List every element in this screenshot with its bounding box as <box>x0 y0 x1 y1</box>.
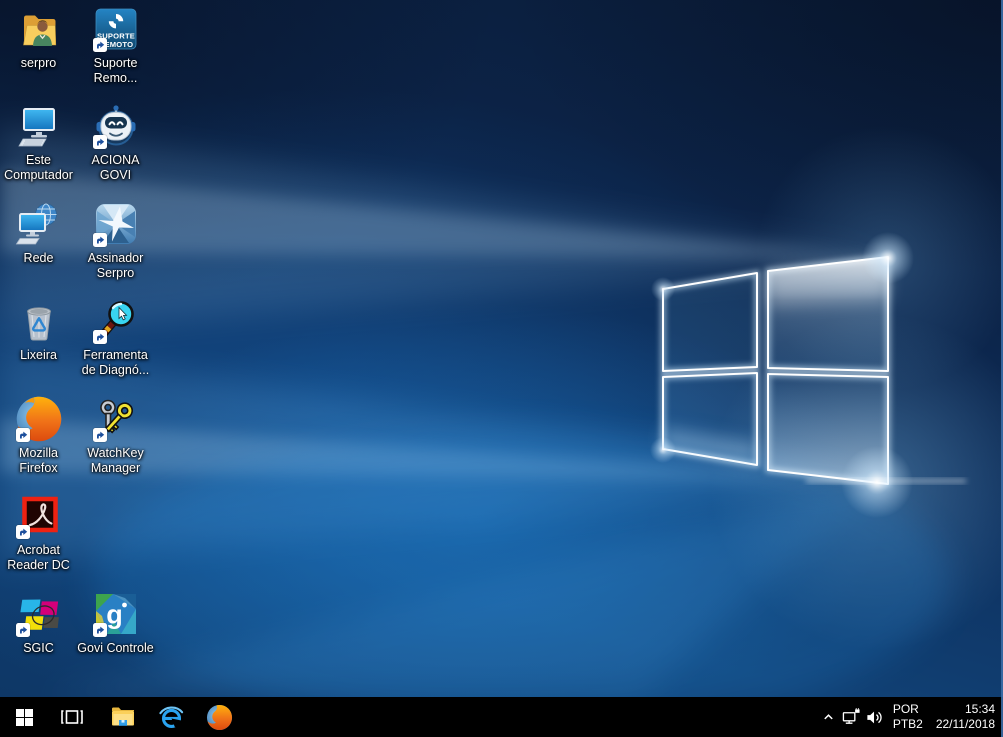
desktop-icon-label: Ferramenta de Diagnó... <box>81 348 150 377</box>
start-button[interactable] <box>0 697 48 737</box>
diamond-gem-icon <box>92 200 140 248</box>
desktop-icon-este-computador[interactable]: Este Computador <box>0 102 77 183</box>
shortcut-arrow-icon <box>15 428 30 442</box>
shortcut-arrow-icon <box>92 135 107 149</box>
file-explorer-folder-icon <box>112 707 134 726</box>
recycle-bin-icon <box>15 297 63 345</box>
system-tray: POR PTB2 15:34 22/11/2018 <box>817 697 1003 737</box>
robot-icon <box>92 102 140 150</box>
shortcut-arrow-icon <box>15 623 30 637</box>
desktop-icon-aciona-govi[interactable]: ACIONA GOVI <box>77 102 154 183</box>
taskbar-file-explorer-button[interactable] <box>99 697 147 737</box>
taskbar-pinned-apps <box>99 697 243 737</box>
svg-text:g: g <box>106 600 123 630</box>
keyboard-layout-code: PTB2 <box>892 717 923 731</box>
desktop-icon-suporte-remoto[interactable]: SUPORTE REMOTO Suporte Remo... <box>77 5 154 86</box>
windows-logo-icon <box>15 708 33 726</box>
desktop-icon-label: Rede <box>23 251 54 265</box>
taskbar-internet-explorer-button[interactable] <box>147 697 195 737</box>
desktop-icon-label: Assinador Serpro <box>87 251 144 280</box>
network-globe-icon <box>15 200 63 248</box>
language-indicator[interactable]: POR PTB2 <box>893 697 923 737</box>
tray-show-hidden-icons-button[interactable] <box>817 697 840 737</box>
internet-explorer-icon <box>158 706 183 728</box>
magnifier-diagnostic-icon <box>92 297 140 345</box>
shortcut-arrow-icon <box>15 525 30 539</box>
desktop-icon-label: Govi Controle <box>77 641 154 655</box>
taskbar: POR PTB2 15:34 22/11/2018 <box>0 697 1003 737</box>
cmyk-shapes-icon <box>15 590 63 638</box>
desktop-icon-acrobat-reader[interactable]: Acrobat Reader DC <box>0 492 77 573</box>
clock-date: 22/11/2018 <box>935 717 995 731</box>
desktop-icon-assinador-serpro[interactable]: Assinador Serpro <box>77 200 154 281</box>
desktop-icon-ferramenta-diagnostico[interactable]: Ferramenta de Diagnó... <box>77 297 154 378</box>
clock[interactable]: 15:34 22/11/2018 <box>936 697 995 737</box>
this-pc-icon <box>15 102 63 150</box>
desktop-icon-lixeira[interactable]: Lixeira <box>0 297 77 363</box>
keys-icon <box>92 395 140 443</box>
desktop-background[interactable]: serpro SUPORTE REMOTO Suporte Remo... Es… <box>0 0 1003 697</box>
desktop-icon-label: Este Computador <box>4 153 73 182</box>
desktop-icon-label: SGIC <box>23 641 54 655</box>
desktop-icon-label: Suporte Remo... <box>93 56 138 85</box>
shortcut-arrow-icon <box>92 428 107 442</box>
ethernet-network-icon <box>842 707 860 724</box>
acrobat-reader-icon <box>15 492 63 540</box>
shortcut-arrow-icon <box>92 330 107 344</box>
chevron-up-icon <box>824 713 833 719</box>
desktop-icon-watchkey-manager[interactable]: WatchKey Manager <box>77 395 154 476</box>
tray-network-button[interactable] <box>840 697 863 737</box>
tray-volume-button[interactable] <box>863 697 886 737</box>
desktop-icon-govi-controle[interactable]: g Govi Controle <box>77 590 154 656</box>
desktop-icon-sgic[interactable]: SGIC <box>0 590 77 656</box>
desktop-icon-label: serpro <box>20 56 57 70</box>
task-view-button[interactable] <box>48 697 96 737</box>
desktop-icon-serpro[interactable]: serpro <box>0 5 77 71</box>
clock-time: 15:34 <box>964 702 995 716</box>
desktop-icon-label: Mozilla Firefox <box>19 446 58 475</box>
firefox-icon <box>206 704 232 730</box>
desktop-icon-label: ACIONA GOVI <box>91 153 140 182</box>
desktop-icon-rede[interactable]: Rede <box>0 200 77 266</box>
task-view-icon <box>61 710 83 724</box>
language-code: POR <box>892 702 919 716</box>
suporte-remoto-tile-icon: SUPORTE REMOTO <box>92 5 140 53</box>
folder-user-icon <box>15 5 63 53</box>
desktop-icon-label: Acrobat Reader DC <box>7 543 70 572</box>
shortcut-arrow-icon <box>92 623 107 637</box>
shortcut-arrow-icon <box>92 38 107 52</box>
desktop-icon-mozilla-firefox[interactable]: Mozilla Firefox <box>0 395 77 476</box>
desktop-icon-label: Lixeira <box>20 348 57 362</box>
volume-speaker-icon <box>867 711 882 723</box>
govi-tile-icon: g <box>92 590 140 638</box>
firefox-icon <box>15 395 63 443</box>
desktop-icon-label: WatchKey Manager <box>87 446 144 475</box>
taskbar-firefox-button[interactable] <box>195 697 243 737</box>
shortcut-arrow-icon <box>92 233 107 247</box>
